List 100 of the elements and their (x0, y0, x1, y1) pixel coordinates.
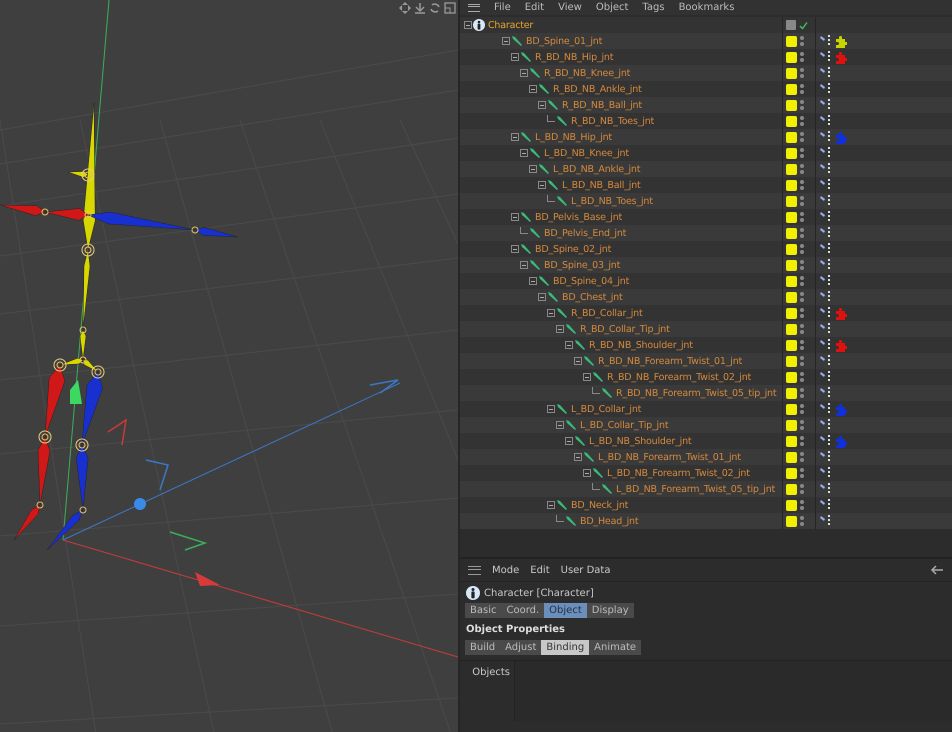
collapse-icon[interactable] (556, 421, 564, 429)
layer-color-swatch[interactable] (786, 212, 797, 222)
joint-tag-icon[interactable] (820, 82, 832, 96)
object-name[interactable]: L_BD_NB_Ball_jnt (562, 180, 641, 190)
joint-tag-icon[interactable] (820, 226, 832, 240)
object-name[interactable]: BD_Pelvis_Base_jnt (535, 212, 622, 222)
visibility-dots-icon[interactable] (800, 452, 804, 462)
tab[interactable]: Animate (589, 640, 642, 655)
collapse-icon[interactable] (464, 21, 472, 29)
collapse-icon[interactable] (556, 325, 564, 333)
joint-tag-icon[interactable] (820, 482, 832, 496)
visibility-dots-icon[interactable] (800, 244, 804, 254)
rotate-icon[interactable] (429, 2, 441, 14)
tab[interactable]: Coord. (501, 603, 544, 618)
layer-color-swatch[interactable] (786, 228, 797, 238)
window-icon[interactable] (444, 2, 456, 14)
visibility-dots-icon[interactable] (800, 468, 804, 478)
joint-tag-icon[interactable] (820, 402, 832, 416)
menu-icon[interactable] (468, 4, 480, 12)
menu-item[interactable]: Tags (642, 2, 665, 14)
visibility-dots-icon[interactable] (800, 68, 804, 78)
object-name[interactable]: R_BD_NB_Knee_jnt (544, 68, 630, 78)
visibility-dots-icon[interactable] (800, 164, 804, 174)
object-name[interactable]: BD_Chest_jnt (562, 292, 622, 302)
collapse-icon[interactable] (529, 277, 537, 285)
joint-tag-icon[interactable] (820, 338, 832, 352)
joint-tag-icon[interactable] (820, 418, 832, 432)
layer-color-swatch[interactable] (786, 308, 797, 318)
joint-tag-icon[interactable] (820, 450, 832, 464)
object-name[interactable]: BD_Spine_01_jnt (526, 36, 602, 46)
collapse-icon[interactable] (511, 133, 519, 141)
joint-tag-icon[interactable] (820, 306, 832, 320)
object-name[interactable]: Character (488, 20, 534, 30)
collapse-icon[interactable] (547, 501, 555, 509)
object-name[interactable]: R_BD_NB_Shoulder_jnt (589, 340, 693, 350)
layer-color-swatch[interactable] (786, 356, 797, 366)
back-arrow-icon[interactable] (930, 565, 944, 575)
visibility-dots-icon[interactable] (800, 84, 804, 94)
tab[interactable]: Display (586, 603, 634, 618)
joint-tag-icon[interactable] (820, 290, 832, 304)
visibility-dots-icon[interactable] (800, 436, 804, 446)
collapse-icon[interactable] (565, 437, 573, 445)
joint-tag-icon[interactable] (820, 34, 832, 48)
joint-tag-icon[interactable] (820, 274, 832, 288)
collapse-icon[interactable] (529, 165, 537, 173)
menu-item[interactable]: Bookmarks (678, 2, 734, 14)
object-name[interactable]: L_BD_Collar_jnt (571, 404, 642, 414)
joint-tag-icon[interactable] (820, 194, 832, 208)
layer-color-swatch[interactable] (786, 292, 797, 302)
visibility-dots-icon[interactable] (800, 372, 804, 382)
joint-tag-icon[interactable] (820, 210, 832, 224)
layer-color-swatch[interactable] (786, 68, 797, 78)
joint-tag-icon[interactable] (820, 386, 832, 400)
visibility-dots-icon[interactable] (800, 308, 804, 318)
layer-color-swatch[interactable] (786, 500, 797, 510)
object-name[interactable]: L_BD_NB_Shoulder_jnt (589, 436, 692, 446)
layer-color-swatch[interactable] (786, 116, 797, 126)
object-name[interactable]: BD_Spine_02_jnt (535, 244, 612, 254)
joint-tag-icon[interactable] (820, 98, 832, 112)
joint-tag-icon[interactable] (820, 66, 832, 80)
joint-tag-icon[interactable] (820, 322, 832, 336)
collapse-icon[interactable] (520, 261, 528, 269)
move-icon[interactable] (399, 2, 411, 14)
visibility-dots-icon[interactable] (800, 52, 804, 62)
joint-tag-icon[interactable] (820, 514, 832, 528)
menu-item[interactable]: View (558, 2, 582, 14)
object-name[interactable]: R_BD_NB_Toes_jnt (571, 116, 654, 126)
visibility-dots-icon[interactable] (800, 388, 804, 398)
visibility-dots-icon[interactable] (800, 196, 804, 206)
collapse-icon[interactable] (502, 37, 510, 45)
object-name[interactable]: L_BD_NB_Forearm_Twist_01_jnt (598, 452, 741, 462)
collapse-icon[interactable] (538, 181, 546, 189)
joint-tag-icon[interactable] (820, 130, 832, 144)
visibility-dots-icon[interactable] (800, 180, 804, 190)
object-name[interactable]: BD_Head_jnt (580, 516, 638, 526)
collapse-icon[interactable] (574, 453, 582, 461)
check-icon[interactable] (799, 20, 808, 30)
visibility-dots-icon[interactable] (800, 404, 804, 414)
visibility-dots-icon[interactable] (800, 132, 804, 142)
collapse-icon[interactable] (511, 245, 519, 253)
joint-tag-icon[interactable] (820, 178, 832, 192)
tab[interactable]: Build (465, 640, 500, 655)
visibility-dots-icon[interactable] (800, 340, 804, 350)
object-name[interactable]: L_BD_NB_Knee_jnt (544, 148, 629, 158)
layer-color-swatch[interactable] (786, 388, 797, 398)
joint-tag-icon[interactable] (820, 370, 832, 384)
menu-item[interactable]: Edit (530, 564, 550, 576)
object-name[interactable]: R_BD_Collar_jnt (571, 308, 643, 318)
joint-tag-icon[interactable] (820, 50, 832, 64)
collapse-icon[interactable] (547, 405, 555, 413)
layer-color-swatch[interactable] (786, 196, 797, 206)
layer-color-swatch[interactable] (786, 404, 797, 414)
joint-tag-icon[interactable] (820, 354, 832, 368)
visibility-dots-icon[interactable] (800, 148, 804, 158)
visibility-dots-icon[interactable] (800, 100, 804, 110)
layer-color-swatch[interactable] (786, 132, 797, 142)
menu-item[interactable]: Object (596, 2, 628, 14)
menu-item[interactable]: Edit (524, 2, 544, 14)
object-name[interactable]: BD_Spine_03_jnt (544, 260, 620, 270)
collapse-icon[interactable] (583, 469, 591, 477)
